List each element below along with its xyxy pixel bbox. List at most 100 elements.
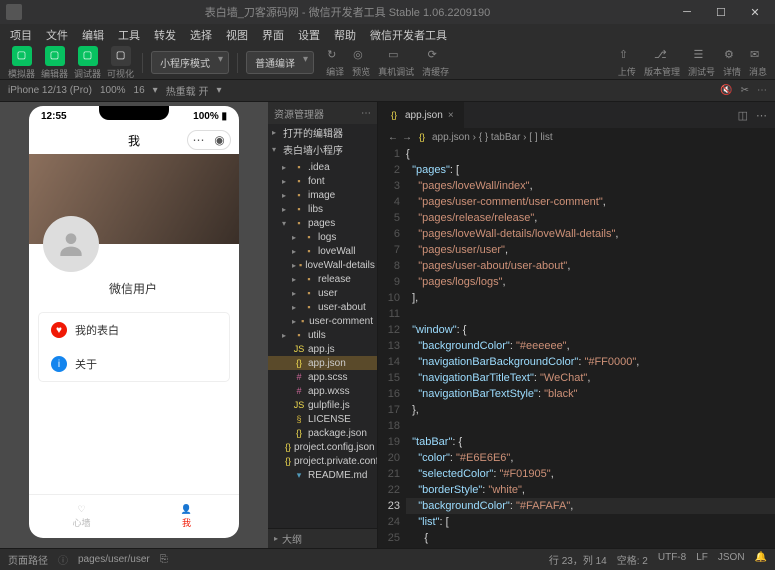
folder-icon: ▪ [293, 217, 305, 229]
minimize-button[interactable]: ─ [673, 1, 701, 23]
json-icon: {} [293, 357, 305, 369]
menu-界面[interactable]: 界面 [256, 25, 290, 45]
split-icon[interactable]: ◫ [738, 109, 748, 122]
menu-设置[interactable]: 设置 [292, 25, 326, 45]
tree-pages[interactable]: ▾▪pages [268, 216, 377, 230]
phone-simulator[interactable]: 12:55 100% ▮ 我 ⋯ ◉ 微信用户 ♥我的表白i关于 ♡ [29, 106, 239, 538]
status-path[interactable]: pages/user/user [78, 554, 150, 565]
tree-user-comment[interactable]: ▸▪user-comment [268, 314, 377, 328]
mute-icon[interactable]: 🔇 [720, 85, 732, 96]
explorer-panel: 资源管理器 ⋯ ▸打开的编辑器 ▾表白墙小程序 ▸▪.idea▸▪font▸▪i… [268, 102, 378, 548]
right-测试号[interactable]: ☰ [693, 48, 709, 64]
tree-user[interactable]: ▸▪user [268, 286, 377, 300]
js-icon: JS [293, 343, 305, 355]
folder-icon: ▪ [299, 315, 306, 327]
tool-调试器[interactable]: ▢ [78, 46, 98, 66]
encoding[interactable]: UTF-8 [658, 552, 686, 567]
project-root[interactable]: ▾表白墙小程序 [268, 141, 377, 158]
tree-logs[interactable]: ▸▪logs [268, 230, 377, 244]
menu-项目[interactable]: 项目 [4, 25, 38, 45]
tree-app.json[interactable]: {}app.json [268, 356, 377, 370]
device-hotreload[interactable]: 热重载 开 [166, 83, 209, 98]
avatar[interactable] [43, 216, 99, 272]
action-预览[interactable]: ◎ [353, 48, 369, 64]
tree-project.private.config.js...[interactable]: {}project.private.config.js... [268, 454, 377, 468]
action-清缓存[interactable]: ⟳ [428, 48, 444, 64]
menu-工具[interactable]: 工具 [112, 25, 146, 45]
close-button[interactable]: ✕ [741, 1, 769, 23]
tree-user-about[interactable]: ▸▪user-about [268, 300, 377, 314]
action-编译[interactable]: ↻ [327, 48, 343, 64]
cursor-pos[interactable]: 行 23，列 14 [549, 552, 607, 567]
tab-lovewall[interactable]: ♡ 心墙 [29, 495, 134, 538]
breadcrumb[interactable]: ← → {} app.json › { } tabBar › [ ] list [378, 128, 775, 146]
menu-微信开发者工具[interactable]: 微信开发者工具 [364, 25, 453, 45]
menu-选择[interactable]: 选择 [184, 25, 218, 45]
tree-release[interactable]: ▸▪release [268, 272, 377, 286]
tree-gulpfile.js[interactable]: JSgulpfile.js [268, 398, 377, 412]
right-版本管理[interactable]: ⎇ [654, 48, 670, 64]
right-上传[interactable]: ⇧ [619, 48, 635, 64]
menu-文件[interactable]: 文件 [40, 25, 74, 45]
tree-LICENSE[interactable]: §LICENSE [268, 412, 377, 426]
indent[interactable]: 空格: 2 [617, 552, 648, 567]
editor-more-icon[interactable]: ⋯ [756, 109, 767, 122]
cut-icon[interactable]: ✂ [741, 85, 749, 96]
tree-font[interactable]: ▸▪font [268, 174, 377, 188]
folder-icon: ▪ [293, 175, 305, 187]
list-item[interactable]: i关于 [39, 347, 229, 381]
copy-icon[interactable]: ⎘ [160, 554, 168, 565]
tree-README.md[interactable]: ▾README.md [268, 468, 377, 482]
outline-section[interactable]: ▸大纲 [268, 528, 377, 548]
capsule-close-icon[interactable]: ◉ [209, 133, 230, 147]
code-editor[interactable]: 1234567891011121314151617181920212223242… [378, 146, 775, 548]
menu-帮助[interactable]: 帮助 [328, 25, 362, 45]
right-消息[interactable]: ✉ [750, 48, 766, 64]
maximize-button[interactable]: ☐ [707, 1, 735, 23]
json-icon: {} [285, 455, 291, 467]
tree-app.js[interactable]: JSapp.js [268, 342, 377, 356]
folder-icon: ▪ [303, 287, 315, 299]
tool-模拟器[interactable]: ▢ [12, 46, 32, 66]
right-详情[interactable]: ⚙ [724, 48, 740, 64]
menu-编辑[interactable]: 编辑 [76, 25, 110, 45]
eol[interactable]: LF [696, 552, 708, 567]
titlebar: 表白墙_刀客源码网 - 微信开发者工具 Stable 1.06.2209190 … [0, 0, 775, 24]
list-item[interactable]: ♥我的表白 [39, 313, 229, 347]
device-scale[interactable]: 16 [134, 85, 145, 96]
tree-.idea[interactable]: ▸▪.idea [268, 160, 377, 174]
nav-back-icon[interactable]: ← [388, 132, 398, 143]
tree-app.wxss[interactable]: #app.wxss [268, 384, 377, 398]
window-title: 表白墙_刀客源码网 - 微信开发者工具 Stable 1.06.2209190 [205, 4, 490, 20]
explorer-more-icon[interactable]: ⋯ [361, 108, 371, 119]
tree-loveWall[interactable]: ▸▪loveWall [268, 244, 377, 258]
tool-编辑器[interactable]: ▢ [45, 46, 65, 66]
menu-转发[interactable]: 转发 [148, 25, 182, 45]
capsule-more-icon[interactable]: ⋯ [188, 133, 209, 147]
bell-icon[interactable]: 🔔 [755, 552, 767, 567]
mode-dropdown[interactable]: 小程序模式 [151, 51, 229, 74]
tree-libs[interactable]: ▸▪libs [268, 202, 377, 216]
tool-可视化[interactable]: ▢ [111, 46, 131, 66]
compile-dropdown[interactable]: 普通编译 [246, 51, 314, 74]
tree-utils[interactable]: ▸▪utils [268, 328, 377, 342]
action-真机调试[interactable]: ▭ [388, 48, 404, 64]
lang[interactable]: JSON [718, 552, 745, 567]
tab-close-icon[interactable]: × [448, 110, 454, 121]
tree-image[interactable]: ▸▪image [268, 188, 377, 202]
open-editors-section[interactable]: ▸打开的编辑器 [268, 124, 377, 141]
tree-app.scss[interactable]: #app.scss [268, 370, 377, 384]
tab-me[interactable]: 👤 我 [134, 495, 239, 538]
status-bar: 页面路径 ⓘ pages/user/user ⎘ 行 23，列 14 空格: 2… [0, 548, 775, 570]
tree-project.config.json[interactable]: {}project.config.json [268, 440, 377, 454]
capsule-menu[interactable]: ⋯ ◉ [187, 130, 231, 150]
device-zoom[interactable]: 100% [100, 85, 126, 96]
scss-icon: # [293, 385, 305, 397]
nav-fwd-icon[interactable]: → [402, 132, 412, 143]
menu-视图[interactable]: 视图 [220, 25, 254, 45]
more-icon[interactable]: ⋯ [757, 85, 767, 96]
editor-tab-appjson[interactable]: {} app.json × [378, 102, 465, 128]
tree-loveWall-details[interactable]: ▸▪loveWall-details [268, 258, 377, 272]
device-name[interactable]: iPhone 12/13 (Pro) [8, 85, 92, 96]
tree-package.json[interactable]: {}package.json [268, 426, 377, 440]
